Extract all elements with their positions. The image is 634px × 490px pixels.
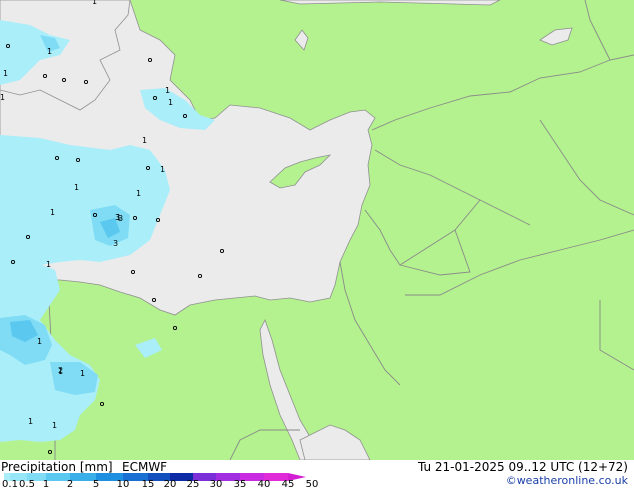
legend-tick-label: 45 bbox=[281, 479, 295, 490]
precip-label: 1 bbox=[80, 369, 85, 378]
precip-label: 1 bbox=[92, 0, 97, 6]
model-name: ECMWF bbox=[122, 460, 168, 474]
precip-label: 1 bbox=[28, 417, 33, 426]
precip-label: 3 bbox=[113, 239, 118, 248]
map-footer: Precipitation [mm] ECMWF Tu 21-01-2025 0… bbox=[0, 460, 634, 490]
legend-tick-label: 40 bbox=[257, 479, 271, 490]
precip-label: 1 bbox=[46, 260, 51, 269]
precip-label: 1 bbox=[50, 208, 55, 217]
precip-label: 2 bbox=[58, 366, 63, 375]
legend-tick-label: 0.5 bbox=[19, 479, 35, 490]
legend-tick-label: 50 bbox=[305, 479, 319, 490]
precip-label: 1 bbox=[74, 183, 79, 192]
precip-label: 3 bbox=[118, 214, 123, 223]
precip-label: 1 bbox=[3, 69, 8, 78]
precip-label: 1 bbox=[165, 86, 170, 95]
legend-tick-label: 30 bbox=[209, 479, 223, 490]
precip-label: 1 bbox=[37, 337, 42, 346]
weather-map-view: 1 1 1 1 1 1 1 1 1 1 1 1 1 1 1 1 2 3 3 1 … bbox=[0, 0, 634, 490]
precip-label: 1 bbox=[160, 165, 165, 174]
credit-link[interactable]: ©weatheronline.co.uk bbox=[506, 474, 628, 487]
legend-tick-label: 20 bbox=[163, 479, 177, 490]
legend-tick-label: 10 bbox=[116, 479, 130, 490]
valid-time: Tu 21-01-2025 09..12 UTC (12+72) bbox=[417, 460, 628, 474]
legend-tick-label: 5 bbox=[92, 479, 100, 490]
precip-label: 1 bbox=[47, 47, 52, 56]
precip-label: 1 bbox=[0, 93, 5, 102]
precip-label: 1 bbox=[52, 421, 57, 430]
map-title: Precipitation [mm] bbox=[1, 460, 113, 474]
legend-ticks: 0.1 0.5 1 2 5 10 15 20 25 30 35 40 45 50 bbox=[0, 479, 340, 490]
precip-label: 1 bbox=[136, 189, 141, 198]
precip-label: 1 bbox=[168, 98, 173, 107]
precipitation-map: 1 1 1 1 1 1 1 1 1 1 1 1 1 1 1 1 2 3 3 1 … bbox=[0, 0, 634, 460]
legend-tick-label: 0.1 bbox=[2, 479, 18, 490]
legend-tick-label: 25 bbox=[186, 479, 200, 490]
legend-tick-label: 35 bbox=[233, 479, 247, 490]
legend-tick-label: 15 bbox=[141, 479, 155, 490]
legend-tick-label: 1 bbox=[42, 479, 50, 490]
precip-label: 1 bbox=[142, 136, 147, 145]
legend-tick-label: 2 bbox=[66, 479, 74, 490]
